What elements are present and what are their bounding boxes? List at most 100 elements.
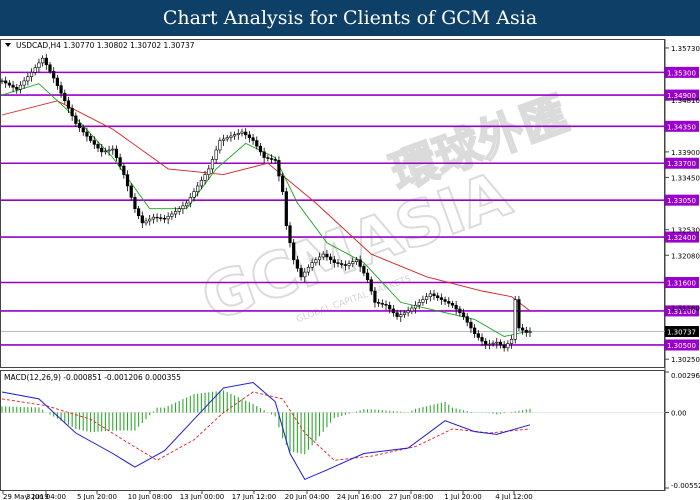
candle-body	[199, 179, 203, 187]
candle-body	[122, 165, 126, 175]
candle-body	[395, 312, 399, 317]
sr-level-label: 1.31600	[667, 280, 696, 288]
candle-body	[59, 85, 63, 94]
candle-body	[196, 185, 200, 192]
sr-level-label: 1.33050	[667, 197, 696, 205]
candle-body	[317, 256, 322, 261]
candle-body	[185, 202, 189, 207]
candle-body	[81, 127, 85, 133]
candle-body	[292, 242, 296, 261]
macd-tick-label: 0.00	[671, 410, 687, 418]
candle-body	[273, 159, 277, 161]
candle-body	[336, 262, 340, 264]
candle-body	[18, 84, 23, 90]
candle-body	[89, 135, 93, 141]
candle-body	[48, 64, 52, 72]
candle-body	[517, 299, 521, 329]
candle-body	[354, 259, 359, 262]
candle-body	[284, 191, 288, 227]
candle-body	[380, 303, 384, 305]
sr-level-label: 1.33700	[667, 160, 696, 168]
candle-body	[369, 279, 373, 292]
candle-body	[262, 151, 266, 158]
candle-body	[74, 115, 78, 124]
candle-body	[425, 296, 429, 300]
candle-body	[461, 312, 466, 317]
candle-body	[77, 123, 82, 129]
price-tick-label: 1.34810	[671, 97, 700, 105]
candle-body	[159, 217, 163, 219]
candle-body	[7, 82, 11, 86]
candle-body	[55, 77, 59, 86]
candle-body	[170, 213, 174, 217]
candle-body	[22, 80, 26, 86]
candle-body	[314, 259, 318, 263]
time-tick-label: 24 Jun 16:00	[337, 493, 381, 500]
candle-body	[155, 216, 159, 219]
candle-body	[391, 308, 395, 314]
candle-body	[188, 197, 192, 204]
candle-body	[233, 134, 237, 137]
macd-header: MACD(12,26,9) -0.000851 -0.001206 0.0003…	[4, 373, 181, 382]
candle-body	[465, 316, 469, 323]
candle-body	[377, 302, 381, 304]
candle-body	[148, 218, 152, 222]
candle-body	[85, 131, 89, 137]
candle-body	[498, 341, 503, 346]
candle-body	[103, 150, 107, 153]
candle-body	[303, 271, 307, 278]
candle-body	[495, 341, 499, 344]
candle-body	[480, 337, 484, 342]
candle-body	[33, 67, 37, 73]
candle-body	[41, 57, 45, 64]
candle-body	[277, 160, 281, 177]
candle-body	[125, 174, 130, 187]
candle-body	[288, 225, 292, 244]
candle-body	[321, 253, 325, 258]
price-tick-label: 1.30250	[671, 356, 700, 364]
candle-body	[443, 299, 447, 302]
candle-body	[447, 301, 451, 304]
candle-body	[96, 144, 100, 149]
candle-body	[66, 100, 71, 109]
candle-body	[402, 312, 407, 315]
candle-body	[210, 159, 215, 170]
candle-body	[29, 72, 34, 77]
candle-body	[417, 302, 421, 306]
candle-body	[450, 303, 455, 306]
candle-body	[240, 131, 244, 134]
candle-body	[0, 80, 4, 82]
sr-level-label: 1.30500	[667, 342, 696, 350]
current-price-label: 1.30737	[667, 329, 696, 337]
candle-body	[436, 295, 440, 298]
candle-body	[111, 148, 115, 151]
candle-body	[236, 133, 240, 135]
candle-body	[432, 293, 436, 297]
time-tick-label: 27 Jun 08:00	[389, 493, 433, 500]
candle-body	[133, 197, 137, 209]
macd-tick-label: 0.002967	[671, 372, 700, 380]
candle-body	[413, 304, 418, 309]
candle-body	[107, 149, 111, 152]
candle-body	[203, 174, 207, 181]
candle-body	[410, 307, 414, 312]
time-tick-label: 5 Jun 20:00	[77, 493, 117, 500]
candle-body	[329, 256, 333, 261]
candle-body	[388, 304, 392, 310]
candle-body	[347, 263, 351, 266]
candle-body	[173, 211, 178, 215]
candle-body	[92, 140, 96, 145]
candle-body	[129, 185, 133, 198]
price-tick-label: 1.32080	[671, 252, 700, 260]
candle-body	[247, 134, 251, 138]
candle-body	[521, 327, 525, 331]
candle-body	[399, 314, 403, 317]
candle-body	[269, 158, 274, 160]
time-tick-label: 4 Jul 12:00	[495, 493, 533, 500]
candle-body	[177, 208, 181, 212]
candle-body	[340, 263, 344, 265]
candle-body	[214, 149, 218, 160]
symbol-header: USDCAD,H4 1.30770 1.30802 1.30702 1.3073…	[16, 41, 195, 50]
candle-body	[225, 137, 229, 140]
candle-body	[258, 145, 263, 153]
